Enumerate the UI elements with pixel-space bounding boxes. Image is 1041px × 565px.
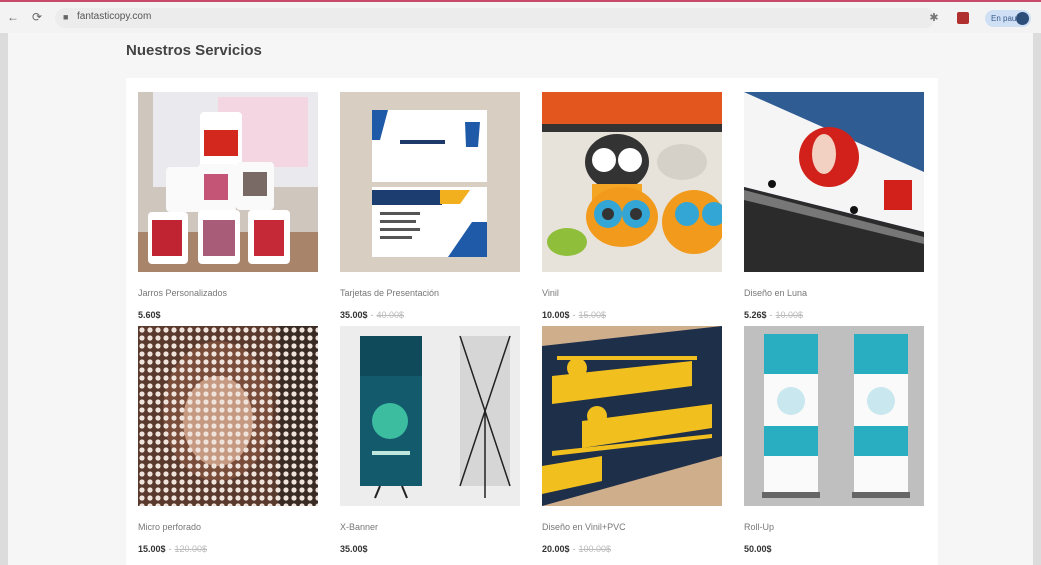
product-price: 20.00$ (542, 544, 570, 554)
price-row: 5.26$ -10.00$ (744, 310, 804, 320)
reload-icon[interactable]: ⟳ (30, 10, 44, 24)
product-image-x-banner[interactable] (340, 326, 520, 506)
avatar (1016, 12, 1029, 25)
product-price: 5.60$ (138, 310, 161, 320)
product-old-price: 15.00$ (578, 310, 607, 320)
price-row: 50.00$ (744, 544, 772, 554)
product-price: 5.26$ (744, 310, 767, 320)
product-card-tarjetas[interactable]: Tarjetas de Presentación 35.00$ -40.00$ (340, 92, 520, 324)
extension-icon[interactable] (957, 12, 969, 24)
product-price: 15.00$ (138, 544, 166, 554)
product-image-perforated-vinyl[interactable] (138, 326, 318, 506)
price-row: 35.00$ -40.00$ (340, 310, 405, 320)
product-image-vinyl-owls[interactable] (542, 92, 722, 272)
product-card-luna[interactable]: Diseño en Luna 5.26$ -10.00$ (744, 92, 924, 324)
url-text: fantasticopy.com (77, 11, 152, 22)
product-price: 35.00$ (340, 310, 368, 320)
product-card-vinil-pvc[interactable]: Diseño en Vinil+PVC 20.00$ -100.00$ (542, 326, 722, 558)
product-price: 35.00$ (340, 544, 368, 554)
product-image-billboard[interactable] (744, 92, 924, 272)
price-row: 20.00$ -100.00$ (542, 544, 612, 554)
product-old-price: 100.00$ (578, 544, 612, 554)
product-name[interactable]: X-Banner (340, 522, 378, 532)
product-name[interactable]: Diseño en Vinil+PVC (542, 522, 626, 532)
product-old-price: 10.00$ (775, 310, 804, 320)
product-name[interactable]: Vinil (542, 288, 559, 298)
address-bar[interactable]: ■ fantasticopy.com (55, 8, 935, 28)
price-row: 35.00$ (340, 544, 368, 554)
product-name[interactable]: Tarjetas de Presentación (340, 288, 439, 298)
price-row: 15.00$ -120.00$ (138, 544, 208, 554)
back-arrow-icon[interactable]: ← (6, 10, 20, 24)
product-old-price: 120.00$ (174, 544, 208, 554)
price-row: 5.60$ (138, 310, 161, 320)
product-name[interactable]: Roll-Up (744, 522, 774, 532)
product-card-jarros[interactable]: Jarros Personalizados 5.60$ (138, 92, 318, 324)
browser-toolbar: ← ⟳ ■ fantasticopy.com ✱ En pausa (0, 0, 1041, 33)
profile-button[interactable]: En pausa (985, 10, 1031, 27)
product-price: 50.00$ (744, 544, 772, 554)
product-image-roll-up[interactable] (744, 326, 924, 506)
page-content: Nuestros Servicios Jarros Personalizados… (8, 33, 1033, 565)
product-card-vinil[interactable]: Vinil 10.00$ -15.00$ (542, 92, 722, 324)
product-name[interactable]: Diseño en Luna (744, 288, 807, 298)
page-title: Nuestros Servicios (126, 42, 262, 59)
product-old-price: 40.00$ (376, 310, 405, 320)
lock-icon: ■ (63, 12, 69, 22)
product-name[interactable]: Jarros Personalizados (138, 288, 227, 298)
extension-puzzle-icon[interactable]: ✱ (927, 11, 941, 25)
product-card-microperforado[interactable]: Micro perforado 15.00$ -120.00$ (138, 326, 318, 558)
product-price: 10.00$ (542, 310, 570, 320)
product-image-mugs[interactable] (138, 92, 318, 272)
price-row: 10.00$ -15.00$ (542, 310, 607, 320)
product-card-xbanner[interactable]: X-Banner 35.00$ (340, 326, 520, 558)
product-image-business-cards[interactable] (340, 92, 520, 272)
product-image-vinyl-pvc[interactable] (542, 326, 722, 506)
product-card-rollup[interactable]: Roll-Up 50.00$ (744, 326, 924, 558)
product-name[interactable]: Micro perforado (138, 522, 201, 532)
product-grid: Jarros Personalizados 5.60$ Tarjetas de … (126, 78, 938, 565)
